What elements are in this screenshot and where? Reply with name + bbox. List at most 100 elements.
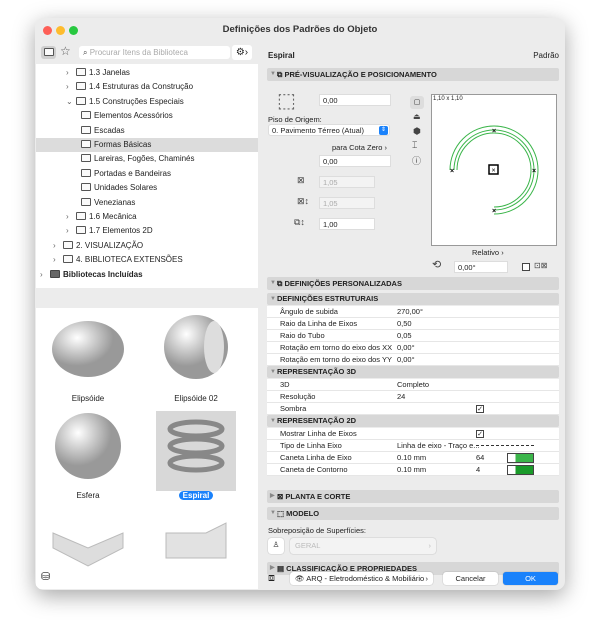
story-select[interactable]: 0. Pavimento Térreo (Atual) ⇕	[268, 124, 390, 136]
param-value[interactable]: 270,00°	[397, 306, 423, 318]
paint-bucket-icon[interactable]: ♙	[268, 538, 284, 554]
param-row[interactable]: Rotação em torno do eixo dos YY 0,00°	[267, 354, 559, 366]
expand-chevron-icon[interactable]: ›	[66, 224, 76, 238]
expand-chevron-icon[interactable]: ›	[66, 66, 76, 80]
surface-select[interactable]: GERAL ›	[290, 538, 436, 554]
rotation-icon: ⟲	[432, 259, 442, 271]
thumbnail-item[interactable]: Elipsóide 02	[156, 314, 236, 403]
param-name: Rotação em torno do eixo dos YY	[280, 355, 393, 364]
custom-section-header[interactable]: ▼ ⧉ DEFINIÇÕES PERSONALIZADAS	[267, 277, 559, 290]
param-value[interactable]: Completo	[397, 379, 429, 391]
cancel-button[interactable]: Cancelar	[443, 572, 498, 585]
settings-gear-icon[interactable]: ⚙›	[232, 45, 252, 60]
zoom-button[interactable]	[69, 26, 78, 35]
dialog-window: Definições dos Padrões do Objeto ☆ ⌕ Pro…	[35, 18, 565, 590]
param-group-header[interactable]: ▼ REPRESENTAÇÃO 2D	[267, 415, 559, 427]
param-row[interactable]: Resolução 24	[267, 391, 559, 403]
param-checkbox[interactable]: ✓	[476, 430, 484, 438]
info-icon[interactable]: ⓘ	[412, 154, 421, 167]
param-value[interactable]: 0.10 mm	[397, 452, 426, 464]
folder-view-button[interactable]	[41, 46, 56, 59]
tree-item[interactable]: Venezianas	[36, 196, 258, 210]
thumbnail-item[interactable]: Espiral	[156, 411, 236, 500]
param-value[interactable]: 0.10 mm	[397, 464, 426, 476]
object-preview-image	[52, 532, 124, 567]
tree-item[interactable]: › 1.7 Elementos 2D	[36, 224, 258, 238]
param-value[interactable]: 0,05	[397, 330, 412, 342]
tree-item[interactable]: ⌄ 1.5 Construções Especiais	[36, 95, 258, 109]
tree-item[interactable]: › 4. BIBLIOTECA EXTENSÕES	[36, 253, 258, 267]
tree-item[interactable]: › 1.3 Janelas	[36, 66, 258, 80]
layer-select[interactable]: 👁 ARQ - Eletrodoméstico & Mobiliário ›	[290, 572, 433, 585]
param-group-header[interactable]: ▼ DEFINIÇÕES ESTRUTURAIS	[267, 293, 559, 305]
width-input[interactable]: 1,05	[319, 176, 375, 188]
thumbnail-item[interactable]	[156, 508, 236, 588]
library-manager-icon[interactable]: ⛁	[41, 570, 50, 583]
param-value[interactable]: 0,50	[397, 318, 412, 330]
minimize-button[interactable]	[56, 26, 65, 35]
model-icon: ⬚	[277, 509, 287, 518]
param-value[interactable]: 0,00°	[397, 342, 415, 354]
tree-item[interactable]: Lareiras, Fogões, Chaminés	[36, 152, 258, 166]
tree-item-label: Elementos Acessórios	[94, 111, 173, 121]
param-value[interactable]: 0,00°	[397, 354, 415, 366]
expand-chevron-icon[interactable]: ›	[53, 253, 63, 267]
param-row[interactable]: Tipo de Linha Eixo Linha de eixo - Traço …	[267, 440, 559, 452]
expand-chevron-icon[interactable]: ›	[66, 210, 76, 224]
param-value[interactable]: Linha de eixo - Traço e...	[397, 440, 480, 452]
expand-chevron-icon[interactable]: ⌄	[66, 95, 76, 109]
depth-input[interactable]: 1,05	[319, 197, 375, 209]
library-tree: › 1.3 Janelas › 1.4 Estruturas da Construçã…	[36, 64, 258, 288]
tree-item[interactable]: Elementos Acessórios	[36, 109, 258, 123]
zero-ref-button[interactable]: para Cota Zero ›	[332, 143, 387, 152]
section-view-icon[interactable]: ⌶	[412, 140, 417, 151]
tree-item[interactable]: Formas Básicas	[36, 138, 258, 152]
param-row[interactable]: Ângulo de subida 270,00°	[267, 306, 559, 318]
plan-view-button[interactable]: ▢	[410, 96, 424, 109]
expand-chevron-icon[interactable]: ›	[40, 268, 50, 282]
expand-chevron-icon[interactable]: ›	[53, 239, 63, 253]
param-row[interactable]: Caneta de Contorno 0.10 mm 4	[267, 464, 559, 476]
tree-item[interactable]: › 1.4 Estruturas da Construção	[36, 80, 258, 94]
elevation-input[interactable]: 0,00	[319, 94, 391, 106]
param-row[interactable]: Raio do Tubo 0,05	[267, 330, 559, 342]
tree-item[interactable]: Unidades Solares	[36, 181, 258, 195]
close-button[interactable]	[43, 26, 52, 35]
model-section-header[interactable]: ▼ ⬚ MODELO	[267, 507, 559, 520]
tree-item[interactable]: Portadas e Bandeiras	[36, 167, 258, 181]
angle-input[interactable]: 0,00°	[454, 261, 508, 273]
library-search-input[interactable]: ⌕ Procurar Itens da Biblioteca	[79, 46, 230, 59]
pen-color-swatch[interactable]	[507, 453, 534, 463]
param-row[interactable]: Caneta Linha de Eixo 0.10 mm 64	[267, 452, 559, 464]
thumbnail-item[interactable]	[48, 508, 128, 588]
param-row[interactable]: Mostrar Linha de Eixos ✓	[267, 428, 559, 440]
tree-item[interactable]: Escadas	[36, 124, 258, 138]
param-row[interactable]: 3D Completo	[267, 379, 559, 391]
relative-button[interactable]: Relativo ›	[472, 248, 504, 257]
height-input[interactable]: 1,00	[319, 218, 375, 230]
param-row[interactable]: Rotação em torno do eixo dos XX 0,00°	[267, 342, 559, 354]
favorites-star-icon[interactable]: ☆	[60, 44, 71, 58]
param-name: Raio da Linha de Eixos	[280, 319, 358, 328]
param-row[interactable]: Sombra ✓	[267, 403, 559, 415]
zero-elevation-input[interactable]: 0,00	[319, 155, 391, 167]
ok-button[interactable]: OK	[503, 572, 558, 585]
tree-item[interactable]: › 1.6 Mecânica	[36, 210, 258, 224]
preview-section-header[interactable]: ▼ ⧉ PRÉ-VISUALIZAÇÃO E POSICIONAMENTO	[267, 68, 559, 81]
pen-color-swatch[interactable]	[507, 465, 534, 475]
3d-view-icon[interactable]: ⬢	[413, 126, 421, 137]
param-group-header[interactable]: ▼ REPRESENTAÇÃO 3D	[267, 366, 559, 378]
thumbnail-item[interactable]: Elipsóide	[48, 314, 128, 403]
param-value[interactable]: 24	[397, 391, 405, 403]
tree-item[interactable]: › Bibliotecas Incluídas	[36, 268, 258, 282]
param-row[interactable]: Raio da Linha de Eixos 0,50	[267, 318, 559, 330]
front-view-icon[interactable]: ⏏	[413, 112, 421, 121]
expand-chevron-icon[interactable]: ›	[66, 80, 76, 94]
param-checkbox[interactable]: ✓	[476, 405, 484, 413]
surface-label: Sobreposição de Superfícies:	[268, 526, 366, 535]
plan-section-header[interactable]: ▶ ⊠ PLANTA E CORTE	[267, 490, 559, 503]
tree-item[interactable]: › 2. VISUALIZAÇÃO	[36, 239, 258, 253]
folder-icon	[76, 96, 86, 105]
mirror-checkbox[interactable]	[522, 263, 530, 271]
thumbnail-item[interactable]: Esfera	[48, 411, 128, 500]
